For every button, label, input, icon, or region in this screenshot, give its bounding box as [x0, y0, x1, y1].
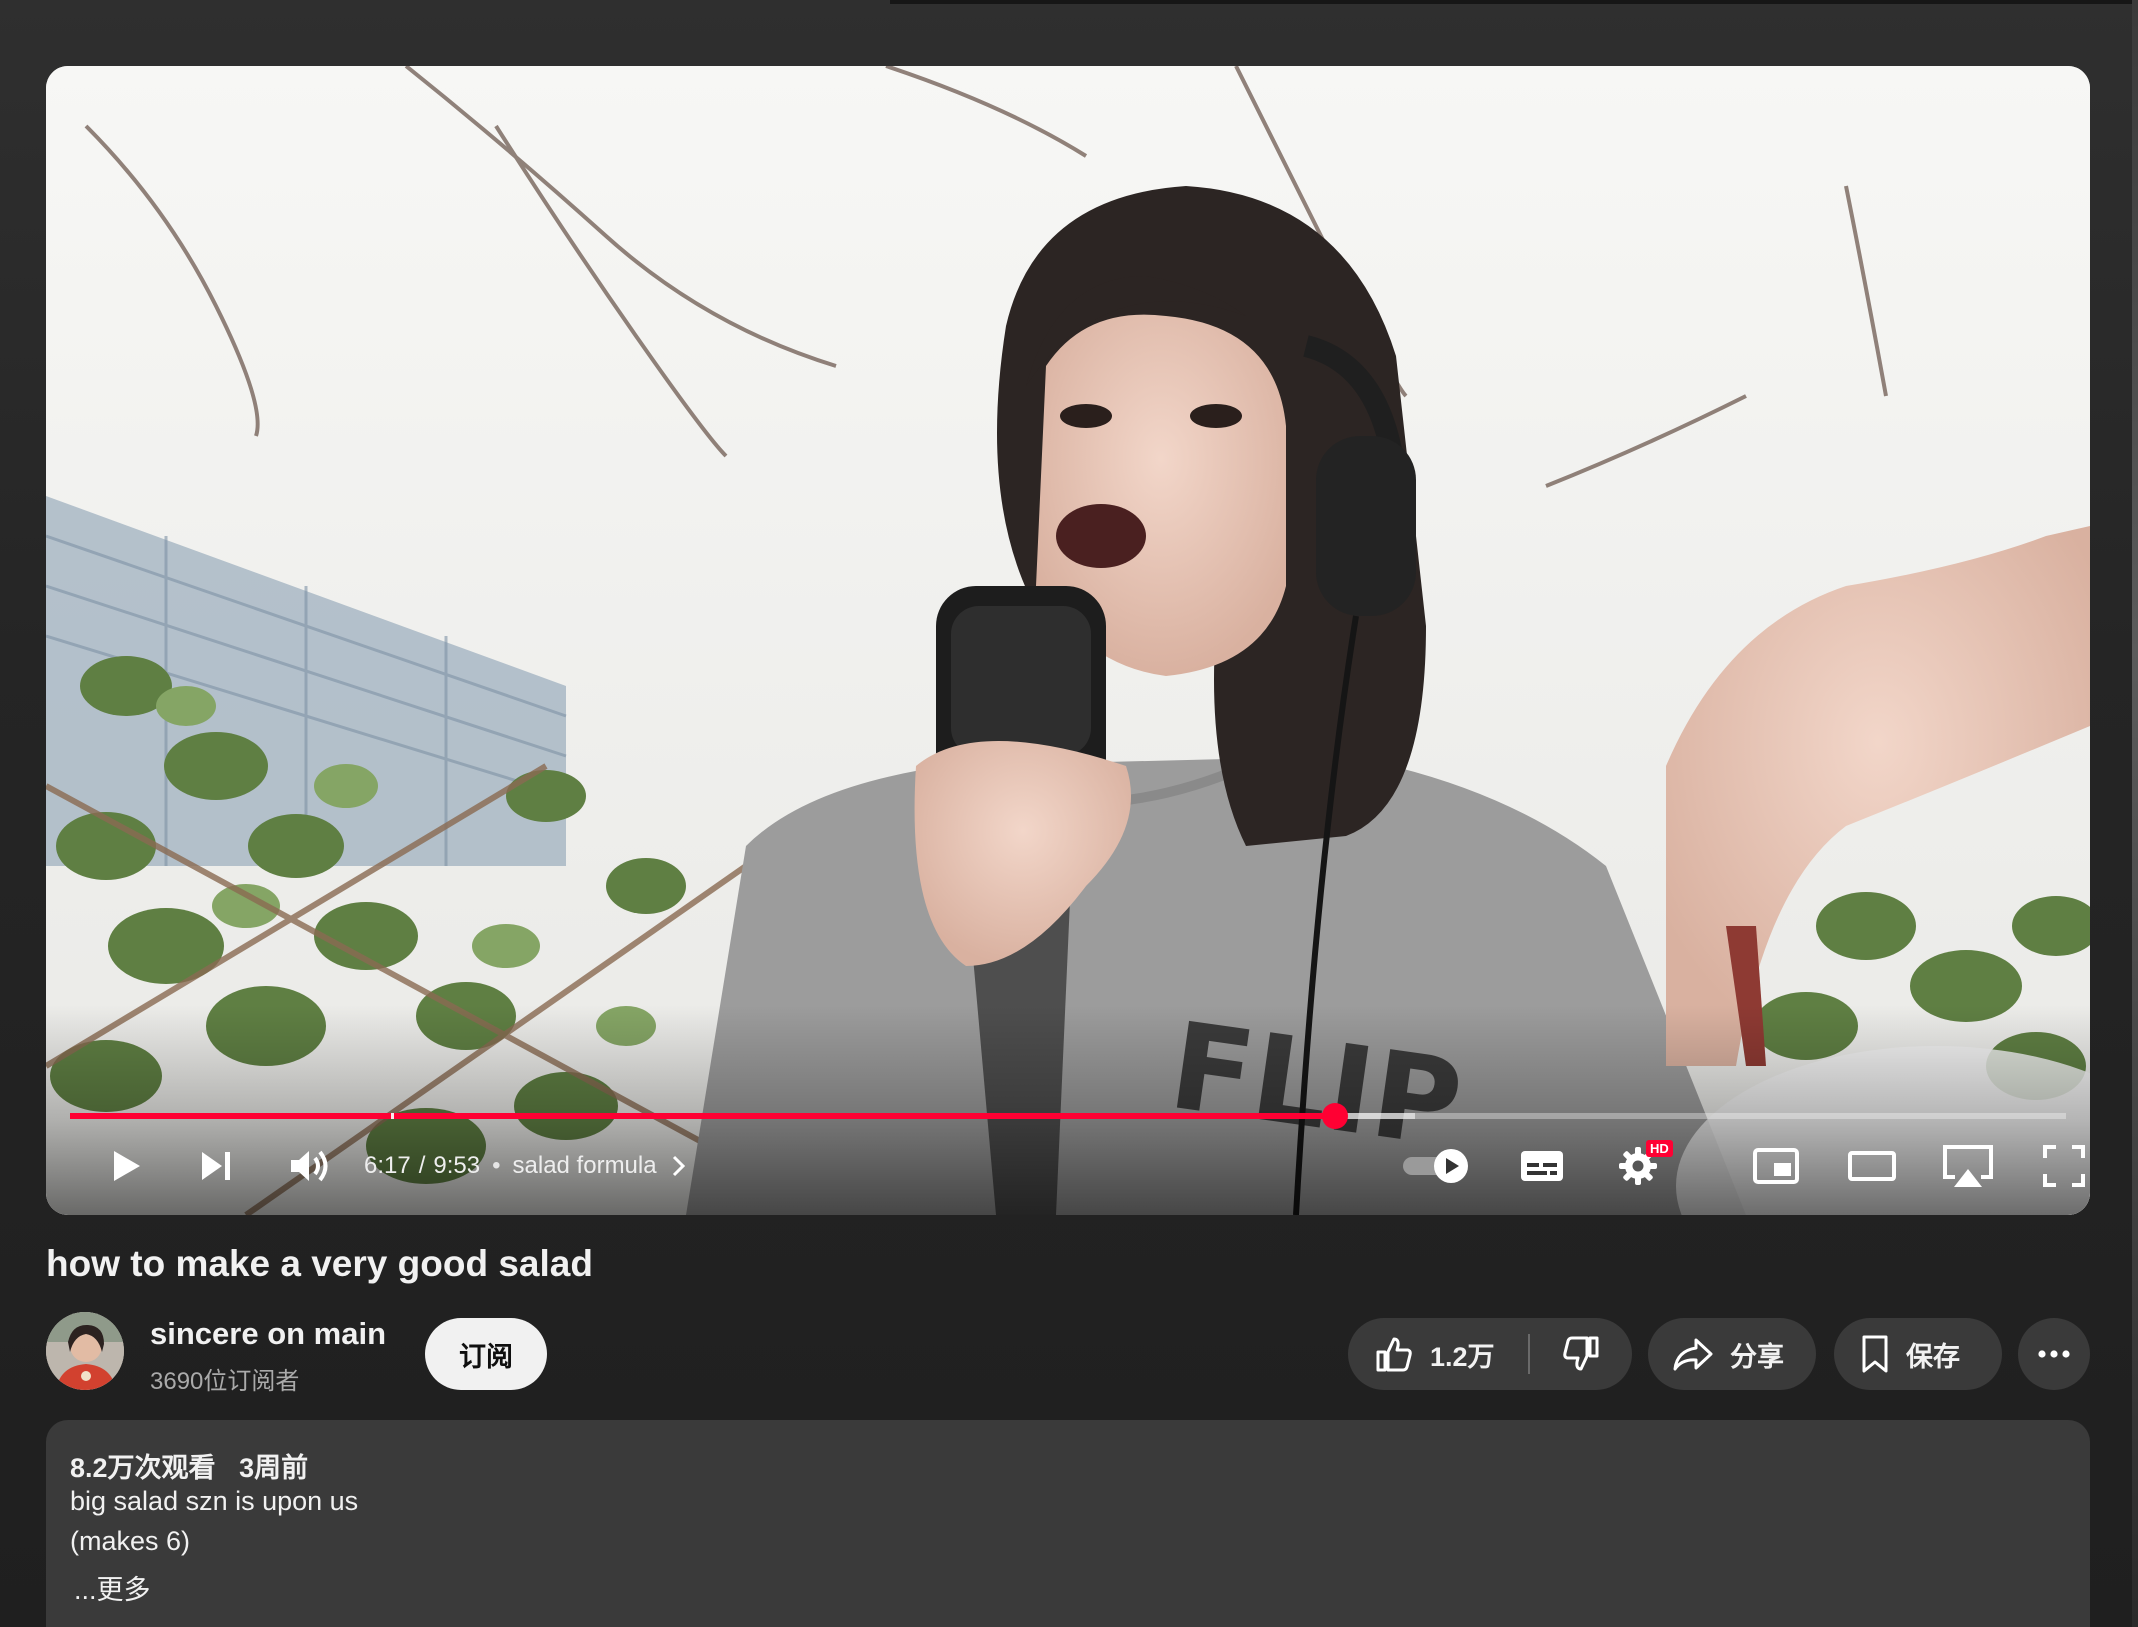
play-button[interactable] [96, 1136, 156, 1196]
like-dislike-group: 1.2万 [1348, 1318, 1632, 1390]
watch-page: FLIP [0, 0, 2138, 1627]
avatar-image [46, 1312, 124, 1390]
window-edge [2132, 0, 2138, 1627]
save-label: 保存 [1906, 1341, 1960, 1372]
share-label: 分享 [1730, 1341, 1784, 1372]
time-display: 6:17 / 9:53 • salad formula [364, 1152, 687, 1180]
next-button[interactable] [186, 1136, 246, 1196]
volume-button[interactable] [278, 1136, 344, 1196]
player-controls: 6:17 / 9:53 • salad formula HD [46, 1136, 2090, 1196]
channel-name[interactable]: sincere on main [150, 1316, 386, 1352]
airplay-button[interactable] [1938, 1136, 1998, 1196]
like-button[interactable]: 1.2万 [1348, 1318, 1528, 1390]
description-meta: 8.2万次观看 3周前 [70, 1446, 308, 1485]
chapter-dot: • [492, 1152, 501, 1179]
theater-mode-button[interactable] [1842, 1136, 1902, 1196]
thumbs-up-icon [1376, 1337, 1412, 1372]
channel-avatar[interactable] [46, 1312, 124, 1390]
chapter-marker [391, 1113, 395, 1119]
progress-played [70, 1113, 1336, 1119]
view-count: 8.2万次观看 [70, 1453, 216, 1483]
autoplay-toggle-icon [1403, 1149, 1468, 1183]
subtitles-icon [1521, 1151, 1563, 1181]
chevron-right-icon[interactable] [671, 1154, 687, 1178]
theater-mode-icon [1848, 1151, 1896, 1181]
more-actions-button[interactable] [2018, 1318, 2090, 1390]
subscriber-count: 3690位订阅者 [150, 1368, 300, 1395]
duration: 9:53 [433, 1152, 481, 1179]
show-more-link[interactable]: ...更多 [74, 1568, 151, 1607]
dislike-button[interactable] [1530, 1318, 1632, 1390]
video-title: how to make a very good salad [46, 1243, 593, 1284]
current-time: 6:17 [364, 1152, 411, 1179]
share-button[interactable]: 分享 [1648, 1318, 1816, 1390]
time-separator: / [418, 1152, 426, 1179]
settings-button[interactable]: HD [1608, 1136, 1673, 1196]
subscribe-button[interactable]: 订阅 [425, 1318, 547, 1390]
description-line: big salad szn is upon us [70, 1486, 359, 1516]
share-arrow-icon [1673, 1338, 1713, 1371]
video-player[interactable]: FLIP [46, 66, 2090, 1215]
upload-age: 3周前 [239, 1453, 309, 1483]
description-box[interactable]: 8.2万次观看 3周前 big salad szn is upon us (ma… [46, 1420, 2090, 1627]
like-count: 1.2万 [1430, 1341, 1495, 1372]
more-horizontal-icon [2038, 1350, 2070, 1358]
play-icon [114, 1151, 140, 1181]
subtitles-button[interactable] [1512, 1136, 1572, 1196]
progress-bar[interactable] [70, 1103, 2066, 1129]
next-icon [202, 1152, 230, 1180]
top-strip [890, 0, 2138, 4]
fullscreen-button[interactable] [2034, 1136, 2090, 1196]
fullscreen-icon [2043, 1145, 2085, 1187]
description-line: (makes 6) [70, 1526, 191, 1556]
airplay-icon [1943, 1145, 1993, 1187]
thumbs-down-icon [1563, 1336, 1599, 1371]
save-button[interactable]: 保存 [1834, 1318, 2002, 1390]
chapter-title[interactable]: salad formula [513, 1152, 657, 1180]
miniplayer-button[interactable] [1746, 1136, 1806, 1196]
miniplayer-icon [1753, 1148, 1799, 1184]
hd-badge: HD [1646, 1140, 1673, 1157]
autoplay-toggle[interactable] [1396, 1136, 1476, 1196]
bookmark-icon [1862, 1335, 1888, 1373]
volume-icon [291, 1150, 328, 1182]
